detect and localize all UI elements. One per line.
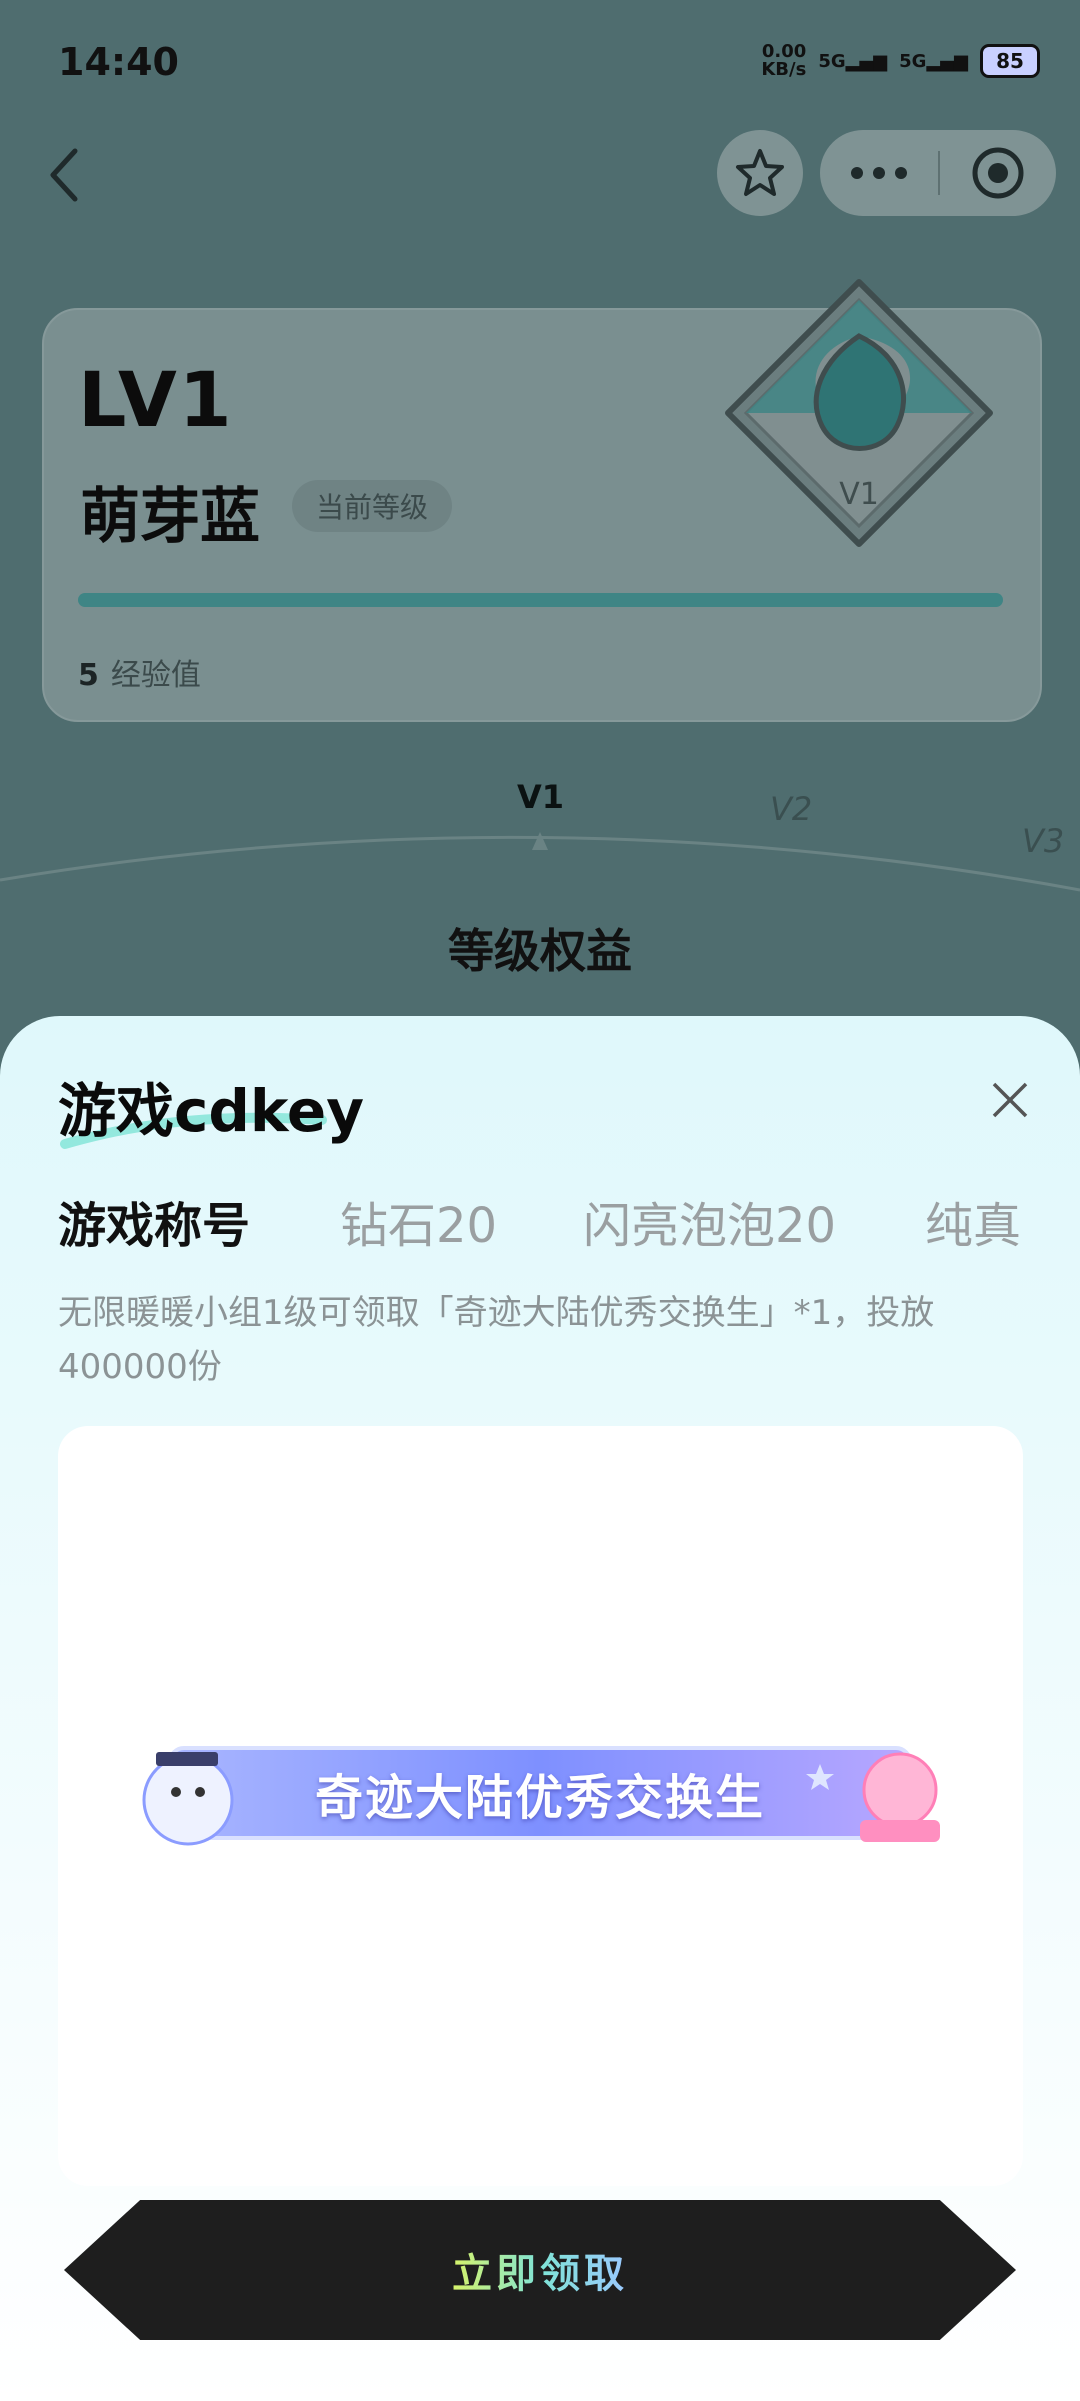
tab-shiny-bubble[interactable]: 闪亮泡泡20 [583, 1186, 836, 1256]
more-dots-icon [851, 167, 907, 179]
reward-banner: 奇迹大陆优秀交换生 [130, 1734, 950, 1852]
signal-icon: 5G▂▄▆ [818, 50, 888, 72]
mini-program-capsule [820, 130, 1056, 216]
claim-button[interactable]: 立即领取 [64, 2200, 1016, 2340]
network-speed: 0.00 KB/s [761, 41, 807, 80]
target-icon [972, 147, 1024, 199]
claim-button-label: 立即领取 [452, 2241, 628, 2299]
svg-text:V1: V1 [839, 477, 879, 512]
close-icon [992, 1082, 1028, 1118]
close-button[interactable] [978, 1068, 1042, 1132]
star-icon [736, 149, 784, 196]
tab-game-title[interactable]: 游戏称号 [58, 1186, 250, 1256]
back-button[interactable] [30, 140, 100, 210]
sheet-title: 游戏cdkey [58, 1077, 365, 1145]
reward-sheet: 游戏cdkey 游戏称号 钻石20 闪亮泡泡20 纯真 无限暖暖小组1级可领取「… [0, 1016, 1080, 2401]
level-name: 萌芽蓝 [80, 482, 260, 552]
experience-value: 5 经验值 [78, 658, 201, 693]
status-bar: 14:40 0.00 KB/s 5G▂▄▆ 5G▂▄▆ 85 [0, 0, 1080, 120]
chevron-left-icon [50, 148, 78, 202]
close-miniprogram-button[interactable] [940, 130, 1056, 216]
level-progress-bar [78, 593, 1003, 607]
level-tick-v1[interactable]: V1 [517, 778, 564, 816]
reward-description: 无限暖暖小组1级可领取「奇迹大陆优秀交换生」*1，投放400000份 [58, 1293, 935, 1387]
signal-icon-2: 5G▂▄▆ [899, 50, 968, 72]
tab-diamond[interactable]: 钻石20 [340, 1186, 497, 1256]
status-icons: 0.00 KB/s 5G▂▄▆ 5G▂▄▆ 85 [761, 36, 1040, 86]
favorite-button[interactable] [717, 130, 803, 216]
tab-innocent[interactable]: 纯真 [925, 1186, 1021, 1256]
more-button[interactable] [820, 130, 938, 216]
reward-tabs: 游戏称号 钻石20 闪亮泡泡20 纯真 [0, 1186, 1080, 1266]
current-level-badge: 当前等级 [292, 480, 453, 532]
level-emblem-icon: V1 [725, 279, 993, 547]
level-rights-title: 等级权益 [448, 924, 632, 978]
reward-preview-card: 奇迹大陆优秀交换生 [58, 1426, 1023, 2186]
status-time: 14:40 [58, 40, 179, 84]
level-label: LV1 [78, 355, 234, 444]
level-tick-v2[interactable]: V2 [770, 790, 812, 828]
level-tick-v3[interactable]: V3 [1022, 822, 1064, 860]
battery-icon: 85 [980, 44, 1040, 78]
reward-banner-text: 奇迹大陆优秀交换生 [314, 1770, 765, 1826]
